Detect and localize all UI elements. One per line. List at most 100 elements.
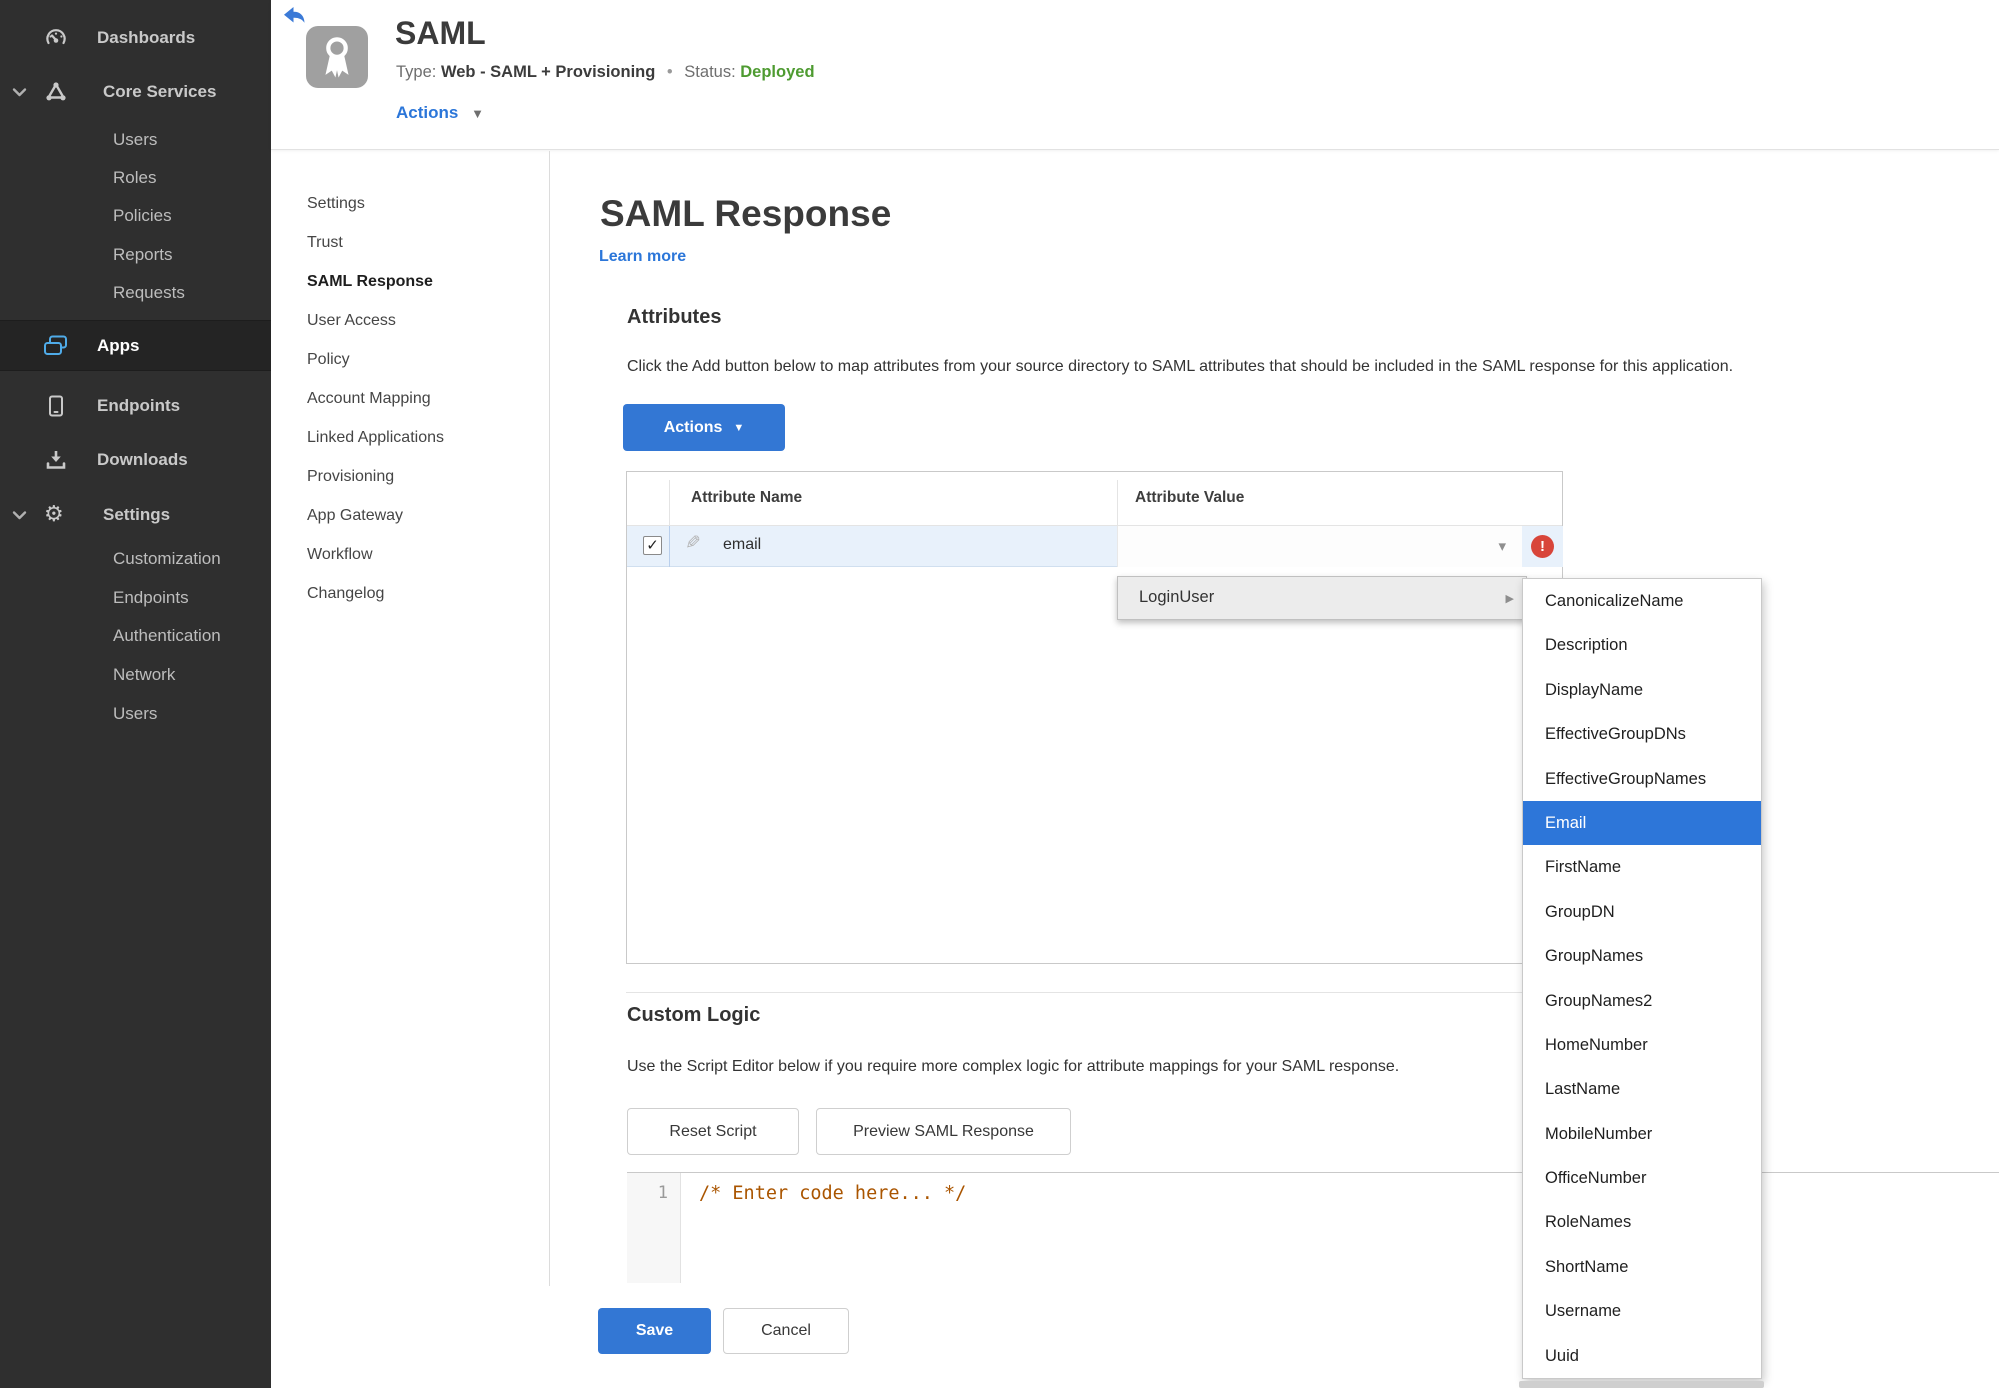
subnav-item-account-mapping[interactable]: Account Mapping — [307, 390, 431, 412]
preview-saml-label: Preview SAML Response — [853, 1122, 1034, 1140]
submenu-item[interactable]: Uuid — [1523, 1334, 1761, 1378]
sidebar: Dashboards Core Services Users Roles Pol… — [0, 0, 271, 1388]
submenu-item[interactable]: DisplayName — [1523, 668, 1761, 712]
sidebar-item-label: Users — [113, 704, 158, 723]
subnav-item-app-gateway[interactable]: App Gateway — [307, 507, 403, 529]
screen: Dashboards Core Services Users Roles Pol… — [0, 0, 1999, 1388]
section-title: SAML Response — [600, 193, 892, 234]
attributes-actions-button[interactable]: Actions ▼ — [623, 404, 785, 451]
sidebar-item-core-services[interactable]: Core Services — [0, 77, 271, 107]
cell-divider — [669, 526, 670, 567]
sidebar-item-apps[interactable]: Apps — [0, 320, 271, 371]
reset-script-button[interactable]: Reset Script — [627, 1108, 799, 1155]
app-header: SAML Type: Web - SAML + Provisioning • S… — [271, 0, 1999, 150]
sidebar-item-network[interactable]: Network — [0, 660, 271, 690]
error-glyph: ! — [1540, 538, 1545, 555]
subnav-item-linked-applications[interactable]: Linked Applications — [307, 429, 444, 451]
loginuser-attribute-submenu: CanonicalizeName Description DisplayName… — [1522, 578, 1762, 1379]
submenu-item[interactable]: OfficeNumber — [1523, 1156, 1761, 1200]
header-actions-menu[interactable]: Actions ▼ — [396, 103, 484, 123]
chevron-down-icon: ▼ — [471, 106, 484, 121]
sidebar-item-settings-users[interactable]: Users — [0, 699, 271, 729]
subnav-item-provisioning[interactable]: Provisioning — [307, 468, 394, 490]
submenu-item[interactable]: GroupNames — [1523, 934, 1761, 978]
sidebar-item-reports[interactable]: Reports — [0, 240, 271, 270]
column-divider — [1117, 480, 1118, 526]
check-icon: ✓ — [646, 537, 659, 554]
submenu-item[interactable]: FirstName — [1523, 845, 1761, 889]
apps-icon — [42, 334, 69, 358]
page-title: SAML — [395, 15, 486, 51]
sidebar-item-label: Users — [113, 130, 158, 149]
submenu-item[interactable]: RoleNames — [1523, 1200, 1761, 1244]
custom-logic-heading: Custom Logic — [627, 1004, 761, 1026]
download-icon — [44, 448, 68, 472]
subnav-item-settings[interactable]: Settings — [307, 195, 365, 217]
subnav-item-policy[interactable]: Policy — [307, 351, 350, 373]
reset-script-label: Reset Script — [669, 1122, 757, 1140]
table-row[interactable]: ✓ ✎ email ▾ ! — [627, 526, 1563, 567]
editor-gutter: 1 — [627, 1173, 681, 1283]
error-icon: ! — [1531, 535, 1554, 558]
subnav-item-saml-response[interactable]: SAML Response — [307, 273, 433, 295]
save-button[interactable]: Save — [598, 1308, 711, 1354]
attribute-name-cell[interactable]: email — [723, 536, 761, 554]
submenu-item[interactable]: CanonicalizeName — [1523, 579, 1761, 623]
sidebar-item-policies[interactable]: Policies — [0, 201, 271, 231]
submenu-item[interactable]: HomeNumber — [1523, 1023, 1761, 1067]
ribbon-icon — [325, 37, 349, 78]
sidebar-item-label: Endpoints — [97, 396, 181, 415]
sidebar-item-endpoints[interactable]: Endpoints — [0, 391, 271, 421]
line-number: 1 — [657, 1183, 668, 1203]
submenu-item[interactable]: EffectiveGroupNames — [1523, 757, 1761, 801]
sidebar-item-customization[interactable]: Customization — [0, 544, 271, 574]
submenu-item-selected[interactable]: Email — [1523, 800, 1761, 846]
learn-more-link[interactable]: Learn more — [599, 248, 686, 266]
row-checkbox[interactable]: ✓ — [643, 536, 662, 555]
subnav-item-changelog[interactable]: Changelog — [307, 585, 384, 607]
submenu-item[interactable]: GroupDN — [1523, 890, 1761, 934]
script-editor[interactable]: 1 /* Enter code here... */ — [627, 1172, 1999, 1283]
back-arrow-icon[interactable] — [283, 6, 307, 26]
sidebar-item-settings[interactable]: ⚙ Settings — [0, 500, 271, 530]
chevron-down-icon[interactable] — [12, 87, 27, 97]
submenu-item[interactable]: EffectiveGroupDNs — [1523, 712, 1761, 756]
subnav-item-user-access[interactable]: User Access — [307, 312, 396, 334]
sidebar-item-authentication[interactable]: Authentication — [0, 621, 271, 651]
sidebar-item-label: Core Services — [103, 82, 217, 101]
preview-saml-response-button[interactable]: Preview SAML Response — [816, 1108, 1071, 1155]
type-value: Web - SAML + Provisioning — [440, 63, 656, 81]
sidebar-item-label: Dashboards — [97, 28, 196, 47]
attributes-description: Click the Add button below to map attrib… — [627, 358, 1734, 375]
submenu-item[interactable]: LastName — [1523, 1067, 1761, 1111]
chevron-down-icon[interactable] — [12, 510, 27, 520]
sidebar-item-roles[interactable]: Roles — [0, 163, 271, 193]
sidebar-item-settings-endpoints[interactable]: Endpoints — [0, 583, 271, 613]
submenu-item[interactable]: Description — [1523, 623, 1761, 667]
attribute-value-dropdown[interactable]: ▾ — [1117, 526, 1522, 567]
menu-item-label: LoginUser — [1139, 588, 1215, 606]
submenu-item[interactable]: MobileNumber — [1523, 1112, 1761, 1156]
attribute-value-menu-loginuser[interactable]: LoginUser ▶ — [1117, 576, 1527, 620]
subnav-item-trust[interactable]: Trust — [307, 234, 343, 256]
type-label: Type: — [396, 63, 437, 81]
device-icon — [44, 394, 68, 418]
sidebar-item-requests[interactable]: Requests — [0, 278, 271, 308]
sidebar-item-downloads[interactable]: Downloads — [0, 445, 271, 475]
sidebar-item-dashboards[interactable]: Dashboards — [0, 23, 271, 53]
sidebar-item-label: Settings — [103, 505, 171, 524]
sidebar-item-label: Roles — [113, 168, 157, 187]
submenu-scrollbar[interactable] — [1519, 1381, 1764, 1388]
submenu-item[interactable]: Username — [1523, 1289, 1761, 1333]
subnav-item-workflow[interactable]: Workflow — [307, 546, 373, 568]
column-divider — [669, 480, 670, 526]
submenu-item[interactable]: ShortName — [1523, 1245, 1761, 1289]
sidebar-item-label: Network — [113, 665, 176, 684]
cancel-button[interactable]: Cancel — [723, 1308, 849, 1354]
gear-icon: ⚙ — [44, 502, 64, 527]
chevron-down-icon: ▼ — [733, 421, 745, 434]
chevron-down-icon: ▾ — [1498, 538, 1506, 555]
editor-code[interactable]: /* Enter code here... */ — [699, 1183, 966, 1204]
sidebar-item-users[interactable]: Users — [0, 125, 271, 155]
submenu-item[interactable]: GroupNames2 — [1523, 979, 1761, 1023]
